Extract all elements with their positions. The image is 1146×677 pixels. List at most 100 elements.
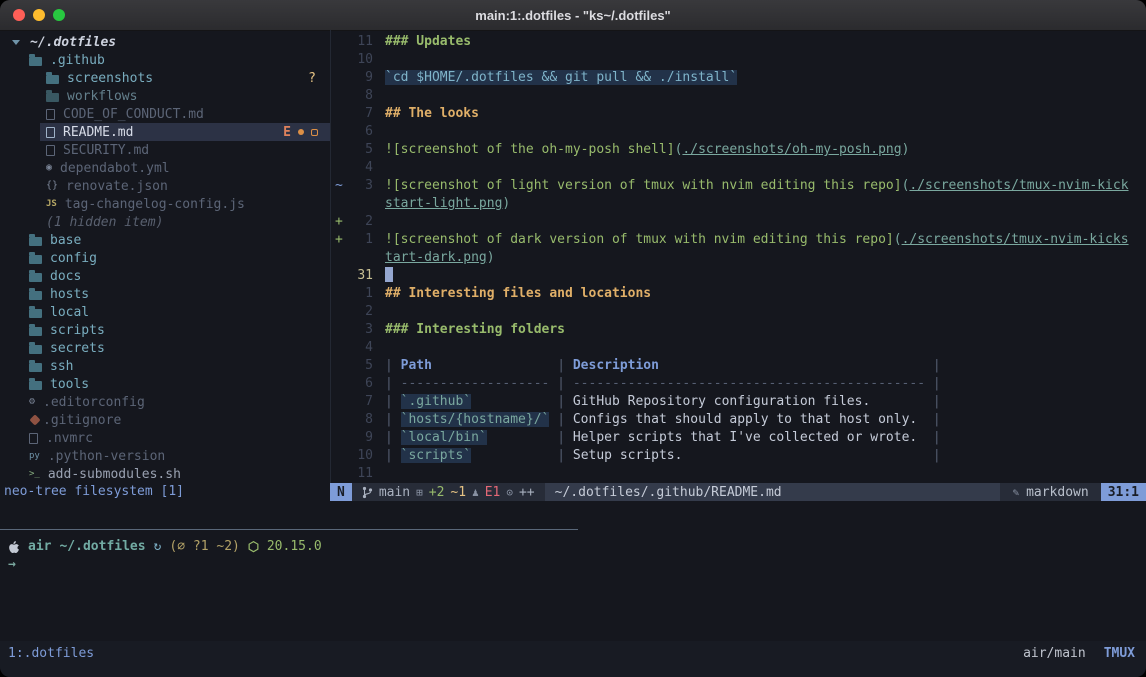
editor-line[interactable]: ~3![screenshot of light version of tmux … bbox=[331, 177, 1146, 195]
tree-item[interactable]: CODE_OF_CONDUCT.md bbox=[0, 105, 330, 123]
editor-line[interactable]: +1![screenshot of dark version of tmux w… bbox=[331, 231, 1146, 249]
tree-item-label: ssh bbox=[50, 359, 73, 374]
tree-item[interactable]: secrets bbox=[0, 339, 330, 357]
line-number: 7 bbox=[349, 105, 373, 123]
statusline: neo-tree filesystem [1] N main ⊞ +2 ~1 ♟… bbox=[0, 483, 1146, 501]
gutter-sign bbox=[331, 141, 349, 159]
gutter-sign bbox=[331, 51, 349, 69]
tree-item[interactable]: docs bbox=[0, 267, 330, 285]
line-text: ## Interesting files and locations bbox=[385, 285, 651, 303]
editor-line[interactable]: 6 bbox=[331, 123, 1146, 141]
shell-prompt[interactable]: air ~/.dotfiles ↻ (⌀ ?1 ~2) 20.15.0 bbox=[8, 538, 322, 555]
editor-line[interactable]: 1## Interesting files and locations bbox=[331, 285, 1146, 303]
tree-item[interactable]: hosts bbox=[0, 285, 330, 303]
syntax-segment: | bbox=[925, 412, 941, 427]
close-button[interactable] bbox=[13, 9, 25, 21]
line-number: 2 bbox=[349, 303, 373, 321]
error-marker: E bbox=[283, 125, 291, 140]
tmux-window-item[interactable]: 1:.dotfiles bbox=[8, 646, 94, 661]
tree-item[interactable]: screenshots? bbox=[0, 69, 330, 87]
editor-line[interactable]: 9| `local/bin` | Helper scripts that I'v… bbox=[331, 429, 1146, 447]
syntax-segment: Path bbox=[401, 358, 432, 373]
line-text: tart-dark.png) bbox=[385, 249, 495, 267]
git-sync-icon: ↻ bbox=[154, 539, 162, 554]
editor-line[interactable]: 2 bbox=[331, 303, 1146, 321]
syntax-segment: ( bbox=[894, 232, 902, 247]
statusline-filepath: ~/.dotfiles/.github/README.md bbox=[545, 483, 1001, 501]
editor-line[interactable]: 8| `hosts/{hostname}/` | Configs that sh… bbox=[331, 411, 1146, 429]
syntax-segment: start-light.png bbox=[385, 196, 502, 211]
syntax-segment bbox=[487, 430, 550, 445]
line-text: ![screenshot of the oh-my-posh shell](./… bbox=[385, 141, 909, 159]
nodejs-icon bbox=[248, 541, 259, 553]
editor-line[interactable]: 11### Updates bbox=[331, 33, 1146, 51]
syntax-segment: ## The looks bbox=[385, 106, 479, 121]
tree-item[interactable]: SECURITY.md bbox=[0, 141, 330, 159]
editor-line[interactable]: start-light.png) bbox=[331, 195, 1146, 213]
tree-item[interactable]: scripts bbox=[0, 321, 330, 339]
editor-line[interactable]: 4 bbox=[331, 159, 1146, 177]
gutter-sign bbox=[331, 159, 349, 177]
tree-item[interactable]: workflows bbox=[0, 87, 330, 105]
editor-line[interactable]: 5![screenshot of the oh-my-posh shell](.… bbox=[331, 141, 1146, 159]
tree-item[interactable]: .github bbox=[0, 51, 330, 69]
line-text: | `scripts` | Setup scripts. | bbox=[385, 447, 941, 465]
editor-buffer[interactable]: 11### Updates109`cd $HOME/.dotfiles && g… bbox=[331, 33, 1146, 483]
file-tree[interactable]: ~/.dotfiles.githubscreenshots?workflowsC… bbox=[0, 33, 330, 483]
gear-icon: ⚙ bbox=[29, 397, 35, 407]
tree-item[interactable]: ◉dependabot.yml bbox=[0, 159, 330, 177]
tree-item[interactable]: base bbox=[0, 231, 330, 249]
gutter-sign bbox=[331, 195, 349, 213]
tree-item-label: .nvmrc bbox=[46, 431, 93, 446]
editor-line[interactable]: 7| `.github` | GitHub Repository configu… bbox=[331, 393, 1146, 411]
editor-line[interactable]: 5| Path | Description | bbox=[331, 357, 1146, 375]
tree-item[interactable]: README.mdE bbox=[0, 123, 330, 141]
tree-item[interactable]: .gitignore bbox=[0, 411, 330, 429]
editor-line[interactable]: 31 bbox=[331, 267, 1146, 285]
editor-line[interactable]: 6| ------------------- | ---------------… bbox=[331, 375, 1146, 393]
tree-item[interactable]: JStag-changelog-config.js bbox=[0, 195, 330, 213]
syntax-segment: | bbox=[549, 448, 572, 463]
tree-item[interactable]: (1 hidden item) bbox=[0, 213, 330, 231]
editor-line[interactable]: 9`cd $HOME/.dotfiles && git pull && ./in… bbox=[331, 69, 1146, 87]
shell-prompt-line2[interactable]: → bbox=[8, 557, 16, 574]
syntax-segment: | ------------------- | ----------------… bbox=[385, 376, 941, 391]
editor-line[interactable]: 3### Interesting folders bbox=[331, 321, 1146, 339]
tree-item[interactable]: .nvmrc bbox=[0, 429, 330, 447]
syntax-segment: | bbox=[925, 358, 941, 373]
editor-line[interactable]: 8 bbox=[331, 87, 1146, 105]
line-number: 11 bbox=[349, 465, 373, 483]
editor-line[interactable]: +2 bbox=[331, 213, 1146, 231]
tree-item-label: hosts bbox=[50, 287, 89, 302]
editor-line[interactable]: 7 ## The looks bbox=[331, 105, 1146, 123]
tree-item[interactable]: config bbox=[0, 249, 330, 267]
editor-line[interactable]: 10 bbox=[331, 51, 1146, 69]
item-markers: E bbox=[283, 125, 318, 140]
tree-item[interactable]: {}renovate.json bbox=[0, 177, 330, 195]
tree-item[interactable]: ssh bbox=[0, 357, 330, 375]
tree-item[interactable]: tools bbox=[0, 375, 330, 393]
file-icon bbox=[29, 433, 38, 444]
tmux-pane-border[interactable] bbox=[0, 529, 578, 530]
tree-item-label: .editorconfig bbox=[43, 395, 145, 410]
minimize-button[interactable] bbox=[33, 9, 45, 21]
editor-line[interactable]: tart-dark.png) bbox=[331, 249, 1146, 267]
tree-item[interactable]: >_add-submodules.sh bbox=[0, 465, 330, 483]
tree-item[interactable]: ⚙ .editorconfig bbox=[0, 393, 330, 411]
tree-item[interactable]: local bbox=[0, 303, 330, 321]
editor-line[interactable]: 11 bbox=[331, 465, 1146, 483]
zoom-button[interactable] bbox=[53, 9, 65, 21]
syntax-segment bbox=[432, 358, 549, 373]
file-path: ~/.dotfiles/.github/README.md bbox=[555, 485, 782, 500]
tree-item-label: scripts bbox=[50, 323, 105, 338]
editor-line[interactable]: 4 bbox=[331, 339, 1146, 357]
syntax-segment: tart-dark.png bbox=[385, 250, 487, 265]
folder-icon bbox=[29, 309, 42, 318]
tree-item[interactable]: py.python-version bbox=[0, 447, 330, 465]
gutter-sign bbox=[331, 303, 349, 321]
tree-item[interactable]: ~/.dotfiles bbox=[0, 33, 330, 51]
line-text: | `local/bin` | Helper scripts that I've… bbox=[385, 429, 941, 447]
editor-line[interactable]: 10| `scripts` | Setup scripts. | bbox=[331, 447, 1146, 465]
git-branch-icon bbox=[362, 486, 373, 499]
file-icon bbox=[46, 109, 55, 120]
